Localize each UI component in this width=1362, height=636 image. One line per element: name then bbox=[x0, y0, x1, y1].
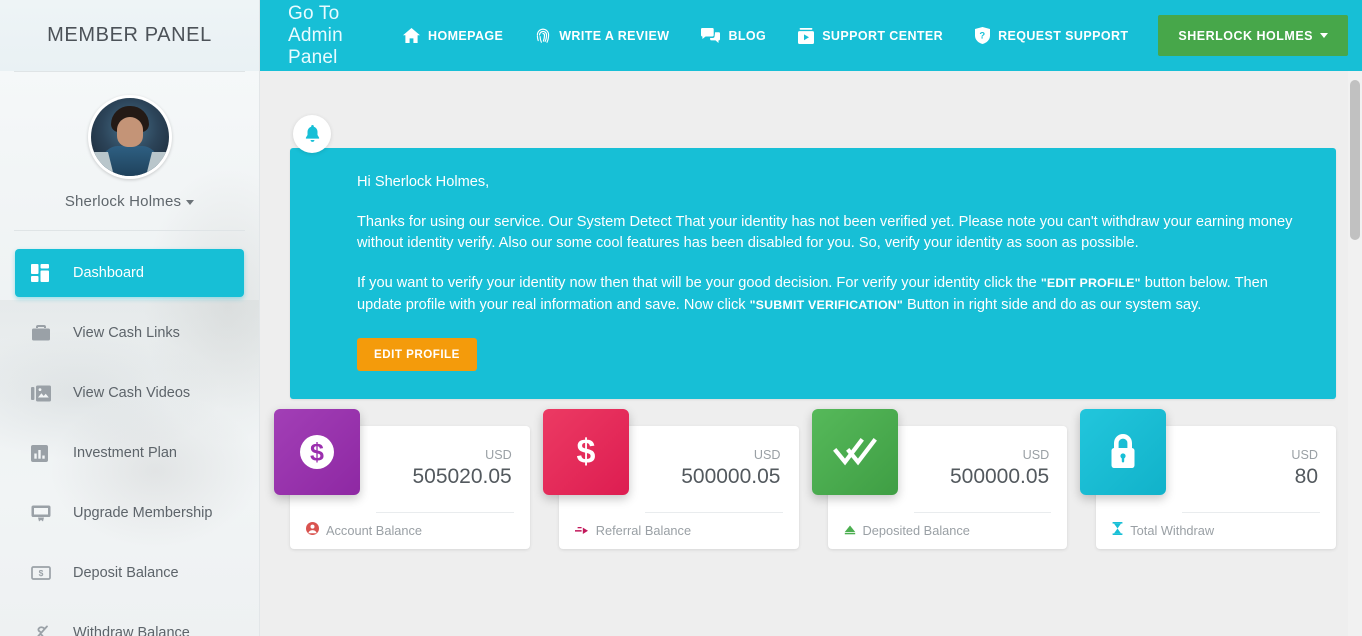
verification-alert-wrapper: Hi Sherlock Holmes, Thanks for using our… bbox=[290, 115, 1336, 399]
stat-card-label: Total Withdraw bbox=[1130, 523, 1215, 539]
dashboard-grid-icon bbox=[31, 264, 57, 282]
alert-edit-profile-emphasis: "EDIT PROFILE" bbox=[1040, 276, 1141, 291]
edit-profile-button[interactable]: EDIT PROFILE bbox=[357, 337, 477, 371]
alert-submit-verification-emphasis: "SUBMIT VERIFICATION" bbox=[749, 297, 903, 312]
stat-card-currency: USD bbox=[1022, 448, 1050, 463]
main-area: Go To Admin Panel HOMEPAGE WRITE A REVIE… bbox=[260, 0, 1362, 636]
dollar-circle-icon: $ bbox=[274, 408, 360, 495]
money-note-icon: $ bbox=[31, 566, 57, 580]
stat-card-label: Deposited Balance bbox=[862, 523, 970, 539]
topbar-nav: HOMEPAGE WRITE A REVIEW BLOG SUPPORT CEN… bbox=[387, 27, 1144, 44]
sidebar: MEMBER PANEL Sherlock Holmes Dashboard V… bbox=[0, 0, 260, 636]
stat-card-referral-balance: $ USD 500000.05 Referral Balance bbox=[542, 408, 799, 549]
comments-icon bbox=[701, 28, 721, 43]
stat-card-value: 500000.05 bbox=[681, 465, 781, 489]
stat-card-total-withdraw: USD 80 Total Withdraw bbox=[1080, 408, 1336, 549]
topbar: Go To Admin Panel HOMEPAGE WRITE A REVIE… bbox=[260, 0, 1362, 71]
nav-label: BLOG bbox=[728, 28, 767, 43]
chevron-down-icon bbox=[1320, 33, 1328, 38]
alert-p2-e: Button in right side and do as our syste… bbox=[903, 296, 1202, 313]
nav-homepage[interactable]: HOMEPAGE bbox=[387, 28, 519, 43]
share-arrow-icon bbox=[574, 522, 589, 540]
monitor-icon bbox=[31, 505, 57, 522]
user-menu-label: SHERLOCK HOLMES bbox=[1178, 28, 1313, 43]
nav-request-support[interactable]: ? REQUEST SUPPORT bbox=[959, 27, 1144, 44]
sidebar-profile: Sherlock Holmes bbox=[0, 72, 259, 210]
sidebar-item-upgrade-membership[interactable]: Upgrade Membership bbox=[15, 489, 244, 537]
stat-card-deposited-balance: USD 500000.05 Deposited Balance bbox=[811, 408, 1068, 549]
page-root: MEMBER PANEL Sherlock Holmes Dashboard V… bbox=[0, 0, 1362, 636]
verification-alert: Hi Sherlock Holmes, Thanks for using our… bbox=[290, 148, 1336, 399]
stat-cards: $ USD 505020.05 Account Balance $ USD 50… bbox=[274, 408, 1336, 549]
svg-text:?: ? bbox=[979, 30, 985, 41]
stat-card-value: 505020.05 bbox=[412, 465, 512, 489]
dollar-slash-icon bbox=[31, 624, 57, 636]
svg-text:$: $ bbox=[576, 433, 595, 471]
member-panel-title: MEMBER PANEL bbox=[0, 0, 259, 71]
sidebar-item-withdraw-balance[interactable]: Withdraw Balance bbox=[15, 609, 244, 636]
avatar[interactable] bbox=[87, 95, 172, 179]
hourglass-icon bbox=[1112, 521, 1123, 540]
sidebar-item-investment-plan[interactable]: Investment Plan bbox=[15, 429, 244, 477]
sidebar-item-view-cash-links[interactable]: View Cash Links bbox=[15, 309, 244, 357]
sidebar-item-label: Withdraw Balance bbox=[73, 625, 190, 636]
sidebar-item-label: View Cash Links bbox=[73, 325, 180, 341]
ticket-icon bbox=[798, 27, 815, 44]
home-icon bbox=[403, 28, 421, 43]
double-check-icon bbox=[811, 408, 898, 495]
stat-card-currency: USD bbox=[753, 448, 781, 463]
question-shield-icon: ? bbox=[975, 27, 991, 44]
lock-icon bbox=[1080, 408, 1167, 495]
stat-card-account-balance: $ USD 505020.05 Account Balance bbox=[274, 408, 530, 549]
nav-write-a-review[interactable]: WRITE A REVIEW bbox=[519, 27, 685, 44]
sidebar-item-label: Deposit Balance bbox=[73, 565, 179, 581]
triangle-up-icon bbox=[844, 522, 856, 540]
sidebar-nav: Dashboard View Cash Links View Cash Vide… bbox=[0, 231, 259, 636]
stat-card-value: 500000.05 bbox=[949, 465, 1050, 489]
scrollbar-thumb[interactable] bbox=[1350, 80, 1360, 240]
user-menu-button[interactable]: SHERLOCK HOLMES bbox=[1158, 15, 1348, 56]
stat-card-label: Referral Balance bbox=[595, 523, 692, 539]
user-circle-icon bbox=[306, 521, 319, 540]
content: Hi Sherlock Holmes, Thanks for using our… bbox=[260, 115, 1362, 549]
nav-label: HOMEPAGE bbox=[428, 28, 504, 43]
go-to-admin-panel-link[interactable]: Go To Admin Panel bbox=[288, 3, 387, 69]
sidebar-item-deposit-balance[interactable]: $ Deposit Balance bbox=[15, 549, 244, 597]
sidebar-item-view-cash-videos[interactable]: View Cash Videos bbox=[15, 369, 244, 417]
nav-support-center[interactable]: SUPPORT CENTER bbox=[782, 27, 959, 44]
nav-blog[interactable]: BLOG bbox=[685, 28, 782, 43]
svg-text:$: $ bbox=[310, 438, 324, 466]
sidebar-item-label: Upgrade Membership bbox=[73, 505, 213, 521]
fingerprint-icon bbox=[535, 27, 551, 44]
briefcase-icon bbox=[31, 324, 57, 342]
alert-greeting: Hi Sherlock Holmes, bbox=[357, 174, 490, 190]
sidebar-item-dashboard[interactable]: Dashboard bbox=[15, 249, 244, 297]
bar-chart-icon bbox=[31, 444, 57, 462]
bell-icon bbox=[293, 115, 331, 153]
sidebar-profile-name-button[interactable]: Sherlock Holmes bbox=[0, 193, 259, 210]
nav-label: WRITE A REVIEW bbox=[559, 28, 670, 43]
sidebar-profile-name: Sherlock Holmes bbox=[64, 193, 182, 210]
avatar-image bbox=[90, 98, 169, 176]
alert-p2-a: If you want to verify your identity now … bbox=[357, 275, 1041, 292]
stat-card-value: 80 bbox=[1294, 465, 1318, 489]
chevron-down-icon bbox=[186, 199, 195, 205]
sidebar-item-label: Investment Plan bbox=[73, 445, 177, 461]
nav-label: SUPPORT CENTER bbox=[822, 28, 944, 43]
sidebar-item-label: View Cash Videos bbox=[73, 385, 191, 401]
sidebar-item-label: Dashboard bbox=[73, 265, 144, 281]
stat-card-currency: USD bbox=[1291, 448, 1318, 463]
dollar-sign-icon: $ bbox=[542, 408, 629, 495]
alert-paragraph-2: If you want to verify your identity now … bbox=[357, 273, 1296, 315]
nav-label: REQUEST SUPPORT bbox=[998, 28, 1129, 43]
photo-gallery-icon bbox=[31, 385, 57, 402]
stat-card-currency: USD bbox=[485, 448, 512, 463]
alert-paragraph-1: Thanks for using our service. Our System… bbox=[357, 214, 1293, 252]
svg-text:$: $ bbox=[39, 568, 44, 578]
stat-card-label: Account Balance bbox=[326, 523, 423, 539]
